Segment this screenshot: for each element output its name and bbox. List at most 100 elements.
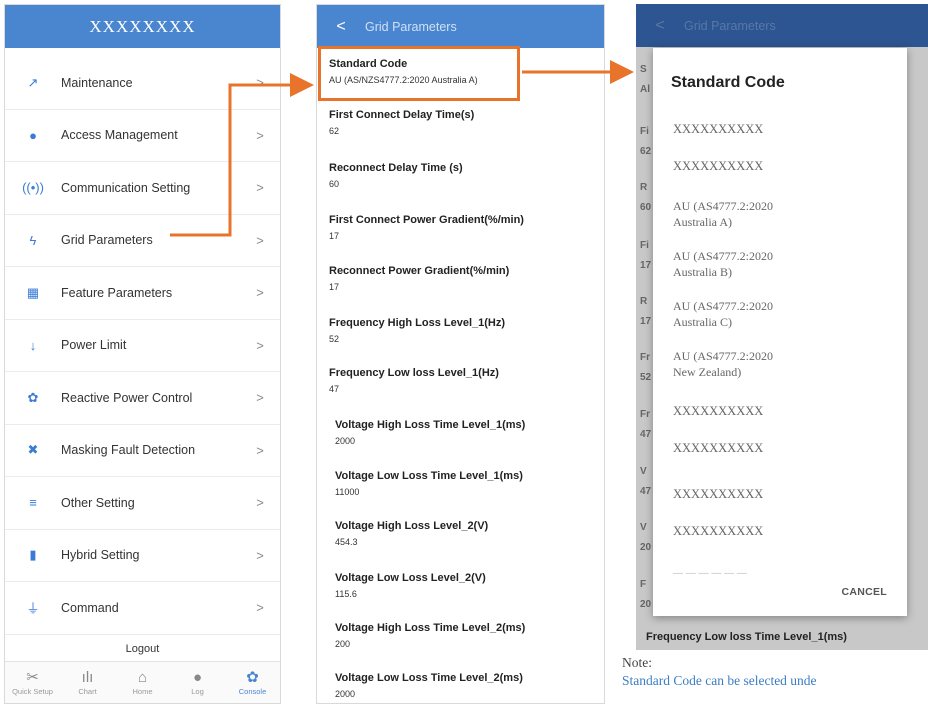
- menu-item-maintenance[interactable]: ↗ Maintenance >: [5, 57, 280, 110]
- chevron-right-icon: >: [256, 75, 264, 91]
- menu-item-communication-setting[interactable]: ((•)) Communication Setting >: [5, 162, 280, 215]
- background-text-fragment: V: [640, 466, 647, 477]
- tab-log[interactable]: ● Log: [170, 662, 225, 703]
- dimmed-header: < Grid Parameters: [636, 4, 928, 47]
- menu-item-grid-parameters[interactable]: ϟ Grid Parameters >: [5, 215, 280, 267]
- param-row[interactable]: Voltage High Loss Level_2(V) 454.3: [335, 520, 604, 547]
- background-text-fragment: 47: [640, 486, 652, 497]
- param-row[interactable]: Voltage High Loss Time Level_2(ms) 200: [335, 622, 604, 649]
- menu-item-label: Communication Setting: [61, 180, 191, 195]
- tab-home[interactable]: ⌂ Home: [115, 662, 170, 703]
- param-row[interactable]: Voltage Low Loss Time Level_1(ms) 11000: [335, 470, 604, 497]
- menu-item-access-management[interactable]: ● Access Management >: [5, 110, 280, 162]
- param-row[interactable]: Reconnect Delay Time (s) 60: [329, 162, 599, 189]
- menu-item-label: Command: [61, 600, 119, 615]
- standard-code-option[interactable]: XXXXXXXXXX: [673, 523, 763, 539]
- background-text-fragment: 20: [640, 542, 652, 553]
- tools-icon: ✂: [26, 669, 39, 686]
- menu-item-masking-fault-detection[interactable]: ✖ Masking Fault Detection >: [5, 425, 280, 477]
- background-text-fragment: 52: [640, 372, 652, 383]
- param-value: 115.6: [335, 589, 357, 599]
- chevron-right-icon: >: [256, 180, 264, 196]
- param-value: 200: [335, 639, 351, 649]
- tab-label: Log: [191, 687, 204, 696]
- menu-item-label: Hybrid Setting: [61, 548, 140, 563]
- param-value: 52: [329, 334, 340, 344]
- user-icon: ●: [29, 127, 37, 143]
- standard-code-dialog: Standard Code XXXXXXXXXX XXXXXXXXXX AU (AS…: [653, 48, 907, 616]
- param-row[interactable]: Voltage Low Loss Level_2(V) 115.6: [335, 572, 604, 599]
- menu-item-label: Other Setting: [61, 495, 135, 510]
- background-text-fragment: 17: [640, 316, 652, 327]
- standard-code-option[interactable]: AU (AS4777.2:2020 New Zealand): [673, 348, 773, 380]
- menu-item-feature-parameters[interactable]: ▦ Feature Parameters >: [5, 267, 280, 320]
- background-text-fragment: R: [640, 182, 648, 193]
- menu-item-command[interactable]: ⏚ Command >: [5, 582, 280, 635]
- param-value: 47: [329, 384, 340, 394]
- grid-parameters-header: < Grid Parameters: [317, 5, 604, 48]
- param-row[interactable]: Voltage High Loss Time Level_1(ms) 2000: [335, 419, 604, 446]
- standard-code-dialog-screen: < Grid Parameters S Al Fi 62 R 60 Fi 17 R 17 Fr 52 F…: [636, 4, 928, 650]
- param-label: Reconnect Power Gradient(%/min): [329, 265, 510, 277]
- menu-item-label: Reactive Power Control: [61, 390, 193, 405]
- tab-console[interactable]: ✿ Console: [225, 662, 280, 703]
- menu-item-other-setting[interactable]: ≡ Other Setting >: [5, 477, 280, 530]
- background-text-fragment: 60: [640, 202, 652, 213]
- param-label: Frequency High Loss Level_1(Hz): [329, 317, 506, 329]
- menu-item-label: Masking Fault Detection: [61, 443, 196, 458]
- chevron-right-icon: >: [256, 600, 264, 616]
- menu-lines-icon: ≡: [29, 495, 37, 511]
- menu-item-power-limit[interactable]: ↓ Power Limit >: [5, 320, 280, 372]
- tab-chart[interactable]: ılı Chart: [60, 662, 115, 703]
- signal-icon: ((•)): [22, 180, 44, 196]
- logout-button[interactable]: Logout: [5, 643, 280, 655]
- back-icon[interactable]: <: [317, 18, 365, 36]
- grid-parameters-screen: < Grid Parameters Standard Code AU (AS/NZ…: [316, 4, 605, 704]
- standard-code-option[interactable]: XXXXXXXXXX: [673, 158, 763, 174]
- dialog-title: Standard Code: [671, 74, 785, 91]
- background-text-fragment: Fi: [640, 126, 649, 137]
- menu-item-reactive-power-control[interactable]: ✿ Reactive Power Control >: [5, 372, 280, 425]
- chevron-right-icon: >: [256, 390, 264, 406]
- note-text: Standard Code can be selected unde: [622, 673, 817, 688]
- standard-code-option[interactable]: XXXXXXXXXX: [673, 440, 763, 456]
- standard-code-option[interactable]: AU (AS4777.2:2020 Australia C): [673, 298, 773, 330]
- tab-quick-setup[interactable]: ✂ Quick Setup: [5, 662, 60, 703]
- background-text-fragment: 47: [640, 429, 652, 440]
- chevron-right-icon: >: [256, 285, 264, 301]
- param-row[interactable]: Frequency High Loss Level_1(Hz) 52: [329, 317, 599, 344]
- background-text-fragment: R: [640, 296, 648, 307]
- app-title: XXXXXXXX: [89, 16, 196, 36]
- background-text-fragment: Fr: [640, 352, 650, 363]
- screen-title: Grid Parameters: [684, 18, 776, 33]
- standard-code-option[interactable]: AU (AS4777.2:2020 Australia A): [673, 198, 773, 230]
- standard-code-option[interactable]: XXXXXXXXXX: [673, 121, 763, 137]
- background-parameter-label: Frequency Low loss Time Level_1(ms): [646, 631, 847, 643]
- muted-bell-icon: ✖: [27, 442, 39, 458]
- chevron-right-icon: >: [256, 547, 264, 563]
- param-row[interactable]: First Connect Delay Time(s) 62: [329, 109, 599, 136]
- menu-item-hybrid-setting[interactable]: ▮ Hybrid Setting >: [5, 530, 280, 582]
- chevron-right-icon: >: [256, 442, 264, 458]
- param-label: Voltage High Loss Time Level_1(ms): [335, 419, 526, 431]
- standard-code-option[interactable]: XXXXXXXXXX: [673, 403, 763, 419]
- cancel-button[interactable]: CANCEL: [841, 586, 887, 598]
- console-menu: ↗ Maintenance > ● Access Management > ((•)) Com…: [5, 57, 280, 635]
- chevron-right-icon: >: [256, 232, 264, 248]
- background-text-fragment: Fr: [640, 409, 650, 420]
- param-row[interactable]: Reconnect Power Gradient(%/min) 17: [329, 265, 599, 292]
- standard-code-option[interactable]: XXXXXXXXXX: [673, 486, 763, 502]
- param-row[interactable]: Voltage Low Loss Time Level_2(ms) 2000: [335, 672, 604, 699]
- param-row[interactable]: First Connect Power Gradient(%/min) 17: [329, 214, 599, 241]
- chevron-right-icon: >: [256, 337, 264, 353]
- gear-icon: ✿: [246, 669, 259, 686]
- standard-code-option[interactable]: AU (AS4777.2:2020 Australia B): [673, 248, 773, 280]
- param-row[interactable]: Frequency Low loss Level_1(Hz) 47: [329, 367, 599, 394]
- tab-label: Home: [132, 687, 153, 696]
- note-heading: Note:: [622, 655, 652, 670]
- ground-icon: ⏚: [26, 601, 40, 617]
- tab-label: Console: [238, 687, 267, 696]
- tab-label: Chart: [78, 687, 97, 696]
- param-label: First Connect Delay Time(s): [329, 109, 475, 121]
- background-text-fragment: Fi: [640, 240, 649, 251]
